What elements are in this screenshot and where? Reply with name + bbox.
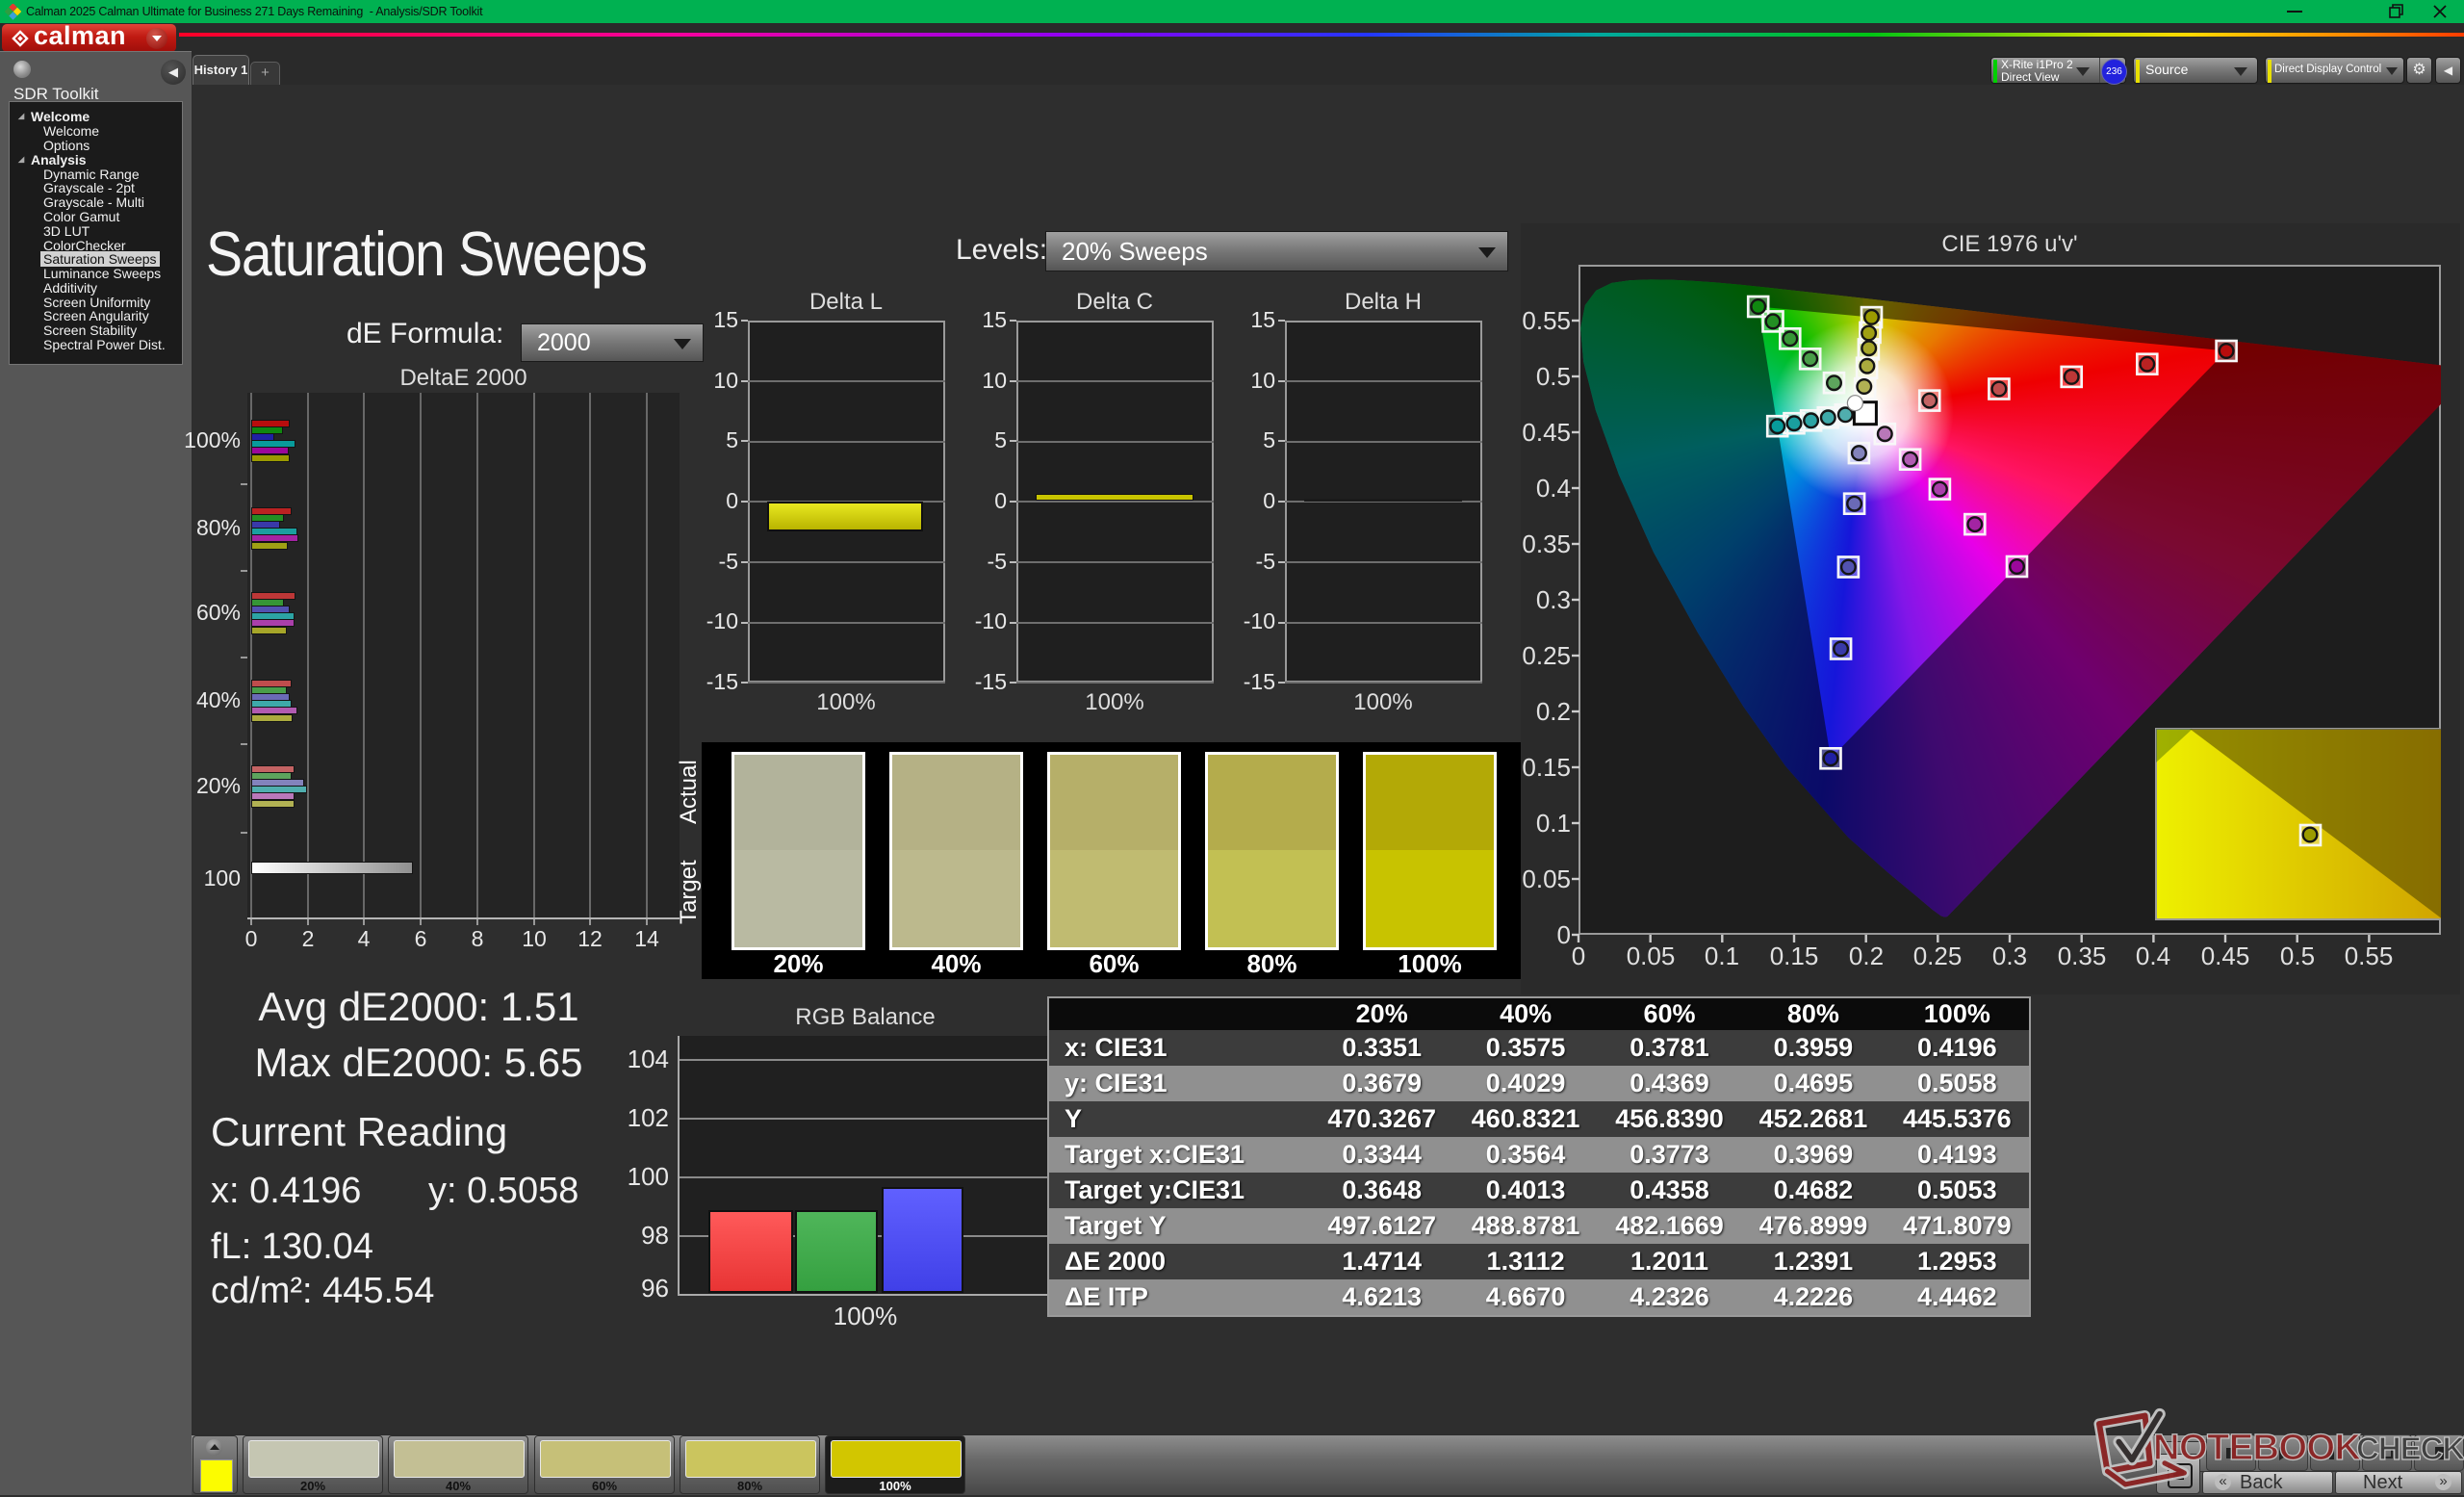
svg-text:NOTEBOOK: NOTEBOOK (2153, 1428, 2362, 1468)
svg-text:CHECK: CHECK (2356, 1431, 2464, 1466)
